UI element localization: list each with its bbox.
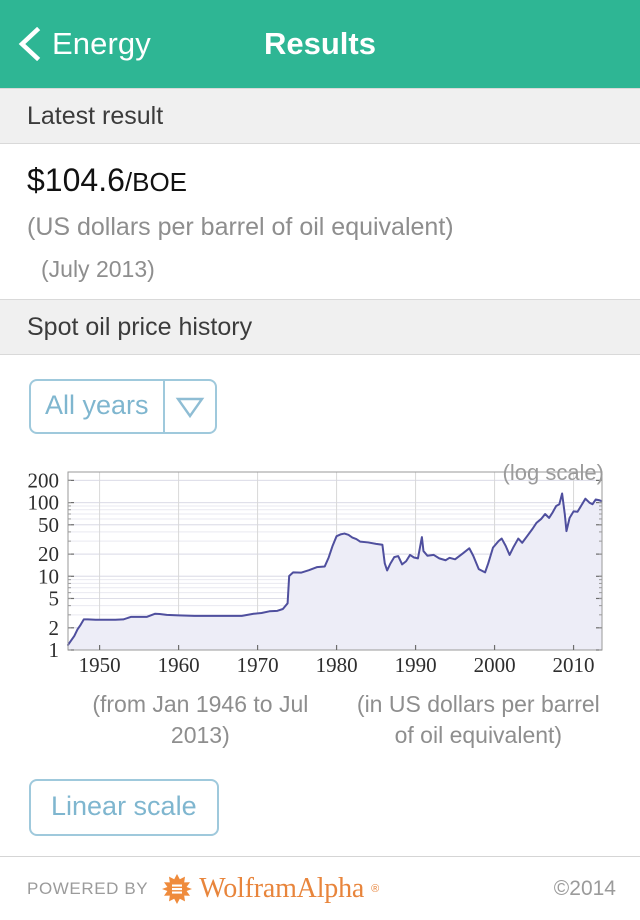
section-header-label: Latest result <box>27 101 164 130</box>
svg-text:10: 10 <box>38 564 59 588</box>
copyright-label: ©2014 <box>553 876 616 900</box>
svg-text:2010: 2010 <box>553 653 595 675</box>
oil-price-chart[interactable]: 12 51020 50100200 1950 1960 1970 1980 1990 2000 2… <box>0 460 640 675</box>
range-selector-label: All years <box>45 390 149 420</box>
result-description: (US dollars per barrel of oil equivalent… <box>27 213 454 241</box>
chart-container: (log scale) 1 2 5 10 20 50 100 200 1950 1960 1970 1… <box>0 460 640 675</box>
section-header-label: Spot oil price history <box>27 312 253 341</box>
wolfram-alpha-logo[interactable]: WolframAlpha ® <box>162 873 379 905</box>
section-header-history: Spot oil price history <box>0 299 640 355</box>
chevron-down-icon[interactable] <box>165 381 215 432</box>
latest-result-block: $104.6/BOE (US dollars per barrel of oil… <box>0 144 640 299</box>
svg-text:1950: 1950 <box>79 653 121 675</box>
svg-text:1: 1 <box>49 638 60 662</box>
powered-by-label: POWERED BY <box>27 878 149 898</box>
result-value-row: $104.6/BOE <box>27 162 640 199</box>
registered-mark: ® <box>371 882 380 895</box>
svg-text:1960: 1960 <box>158 653 200 675</box>
chart-caption-x: (from Jan 1946 to Jul 2013) <box>92 691 309 749</box>
svg-text:20: 20 <box>38 542 59 566</box>
svg-text:2: 2 <box>49 616 60 640</box>
svg-text:1990: 1990 <box>395 653 437 675</box>
linear-scale-button[interactable]: Linear scale <box>29 779 219 837</box>
svg-text:2000: 2000 <box>474 653 516 675</box>
section-header-latest-result: Latest result <box>0 88 640 144</box>
wolfram-alpha-wordmark: WolframAlpha <box>199 872 365 904</box>
svg-text:1980: 1980 <box>316 653 358 675</box>
chevron-left-icon <box>18 27 41 61</box>
svg-text:1970: 1970 <box>237 653 279 675</box>
scale-toggle-row: Linear scale <box>0 751 640 837</box>
chart-caption-y: (in US dollars per barrel of oil equival… <box>356 691 600 749</box>
range-selector-dropdown[interactable]: All years <box>29 379 217 434</box>
result-unit: /BOE <box>124 167 188 197</box>
svg-text:50: 50 <box>38 513 59 537</box>
back-button[interactable]: Energy <box>0 26 151 62</box>
svg-text:5: 5 <box>49 586 60 610</box>
navigation-bar: Energy Results <box>0 0 640 88</box>
results-screen: Energy Results Latest result $104.6/BOE … <box>0 0 640 920</box>
range-selector-row: All years <box>0 355 640 434</box>
footer: POWERED BY WolframAlpha ® ©2014 <box>0 856 640 920</box>
svg-text:200: 200 <box>28 468 60 492</box>
result-value: $104.6 <box>27 162 125 198</box>
chart-caption-row: (from Jan 1946 to Jul 2013) (in US dolla… <box>0 689 640 751</box>
result-date: (July 2013) <box>41 256 155 282</box>
wolfram-starburst-icon <box>162 873 193 904</box>
log-scale-note: (log scale) <box>502 460 604 485</box>
svg-text:100: 100 <box>28 491 60 515</box>
back-button-label: Energy <box>52 26 151 61</box>
